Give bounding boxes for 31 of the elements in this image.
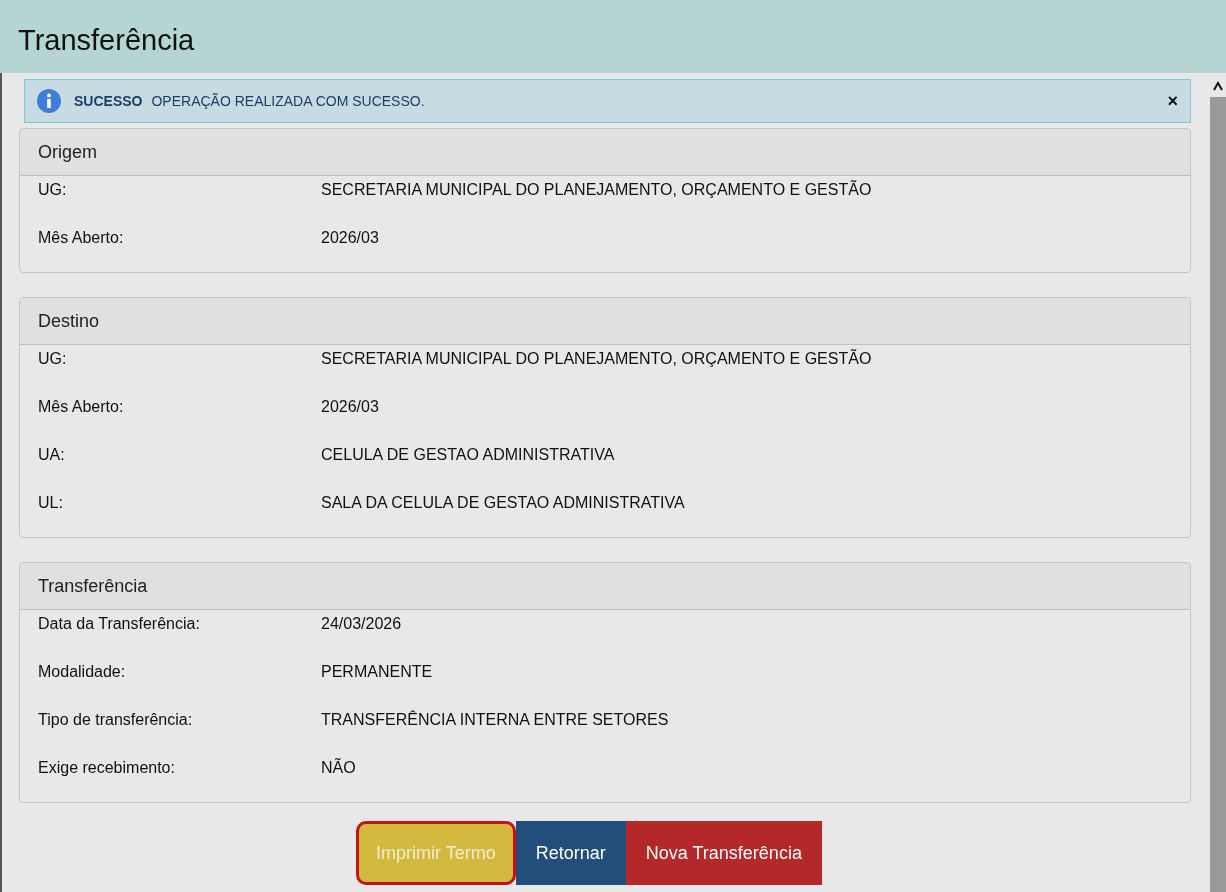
field-value: SECRETARIA MUNICIPAL DO PLANEJAMENTO, ORÇAMENTO E GESTÃO	[321, 350, 872, 368]
field-label: Data da Transferência:	[38, 615, 201, 633]
field-label: UG:	[38, 181, 68, 199]
field-label: UL:	[38, 494, 64, 512]
alert-title: SUCESSO	[74, 93, 143, 109]
field-value: 2026/03	[321, 229, 379, 247]
field-value: SECRETARIA MUNICIPAL DO PLANEJAMENTO, ORÇAMENTO E GESTÃO	[321, 181, 872, 199]
field-value: 2026/03	[321, 398, 379, 416]
alert-message: OPERAÇÃO REALIZADA COM SUCESSO.	[151, 93, 426, 109]
field-label: Tipo de transferência:	[38, 711, 194, 729]
info-icon	[36, 88, 62, 114]
field-label: UA:	[38, 446, 66, 464]
action-button[interactable]: Retornar	[515, 821, 626, 885]
panel-title: Transferência	[20, 563, 1190, 610]
field-label: Mês Aberto:	[38, 398, 125, 416]
action-button[interactable]: Nova Transferência	[625, 821, 822, 885]
window-title: Transferência	[18, 23, 195, 57]
field-value: SALA DA CELULA DE GESTAO ADMINISTRATIVA	[321, 494, 685, 512]
field-label: Modalidade:	[38, 663, 127, 681]
field-value: NÃO	[321, 759, 356, 777]
field-label: Mês Aberto:	[38, 229, 125, 247]
panel-title: Origem	[20, 129, 1190, 176]
close-button[interactable]: ×	[1165, 90, 1180, 112]
scroll-up-icon[interactable]	[1213, 81, 1223, 91]
field-value: TRANSFERÊNCIA INTERNA ENTRE SETORES	[321, 711, 669, 729]
field-value: PERMANENTE	[321, 663, 433, 681]
field-label: UG:	[38, 350, 68, 368]
field-label: Exige recebimento:	[38, 759, 176, 777]
panel-title: Destino	[20, 298, 1190, 345]
field-value: 24/03/2026	[321, 615, 402, 633]
field-value: CELULA DE GESTAO ADMINISTRATIVA	[321, 446, 615, 464]
